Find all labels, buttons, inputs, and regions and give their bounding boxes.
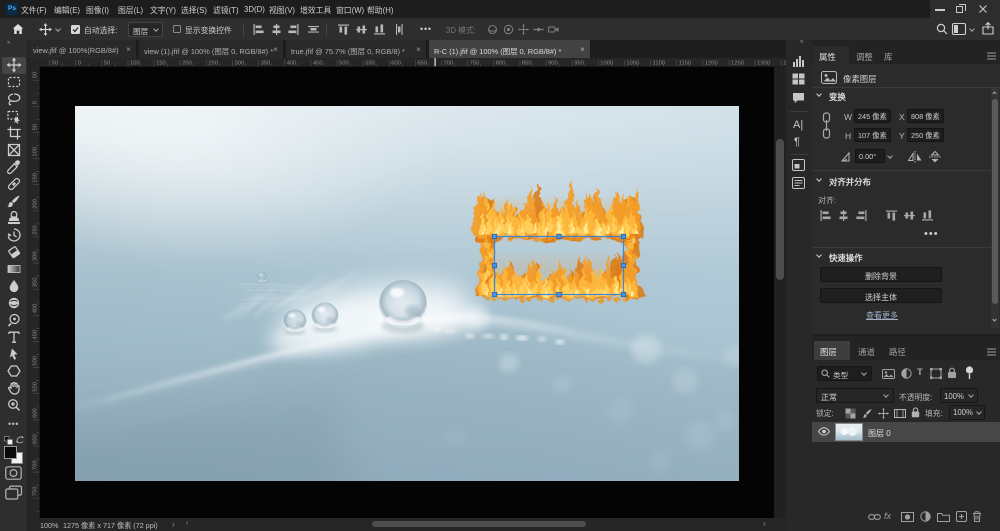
svg-text:0: 0: [78, 61, 81, 67]
svg-text:500: 500: [339, 61, 349, 67]
svg-text:1250: 1250: [731, 61, 744, 67]
svg-text:0: 0: [33, 101, 39, 104]
svg-text:50: 50: [33, 124, 39, 130]
svg-text:300: 300: [235, 61, 245, 67]
svg-text:50: 50: [33, 72, 39, 78]
svg-text:650: 650: [33, 434, 39, 444]
svg-text:300: 300: [33, 251, 39, 261]
svg-text:750: 750: [470, 61, 480, 67]
svg-text:350: 350: [33, 278, 39, 288]
svg-text:400: 400: [287, 61, 297, 67]
svg-text:150: 150: [33, 173, 39, 183]
svg-text:1150: 1150: [679, 61, 691, 67]
svg-text:200: 200: [33, 199, 39, 209]
svg-text:250: 250: [208, 61, 218, 67]
svg-text:500: 500: [33, 356, 39, 366]
svg-text:1200: 1200: [705, 61, 718, 67]
svg-text:700: 700: [444, 61, 454, 67]
svg-text:1100: 1100: [653, 61, 665, 67]
svg-text:50: 50: [52, 61, 58, 67]
svg-text:800: 800: [496, 61, 506, 67]
svg-text:1300: 1300: [757, 61, 770, 67]
svg-text:100: 100: [130, 61, 140, 67]
svg-text:100: 100: [33, 147, 39, 157]
svg-text:450: 450: [33, 330, 39, 340]
svg-text:900: 900: [548, 61, 558, 67]
svg-text:550: 550: [33, 382, 39, 392]
svg-text:400: 400: [33, 304, 39, 314]
svg-text:350: 350: [261, 61, 271, 67]
svg-text:700: 700: [33, 460, 39, 470]
svg-text:550: 550: [365, 61, 375, 67]
svg-text:450: 450: [313, 61, 323, 67]
svg-text:950: 950: [574, 61, 584, 67]
svg-text:150: 150: [156, 61, 166, 67]
svg-text:1000: 1000: [600, 61, 613, 67]
svg-text:50: 50: [104, 61, 110, 67]
svg-text:750: 750: [33, 487, 39, 497]
svg-text:650: 650: [417, 61, 427, 67]
svg-text:850: 850: [522, 61, 532, 67]
svg-text:250: 250: [33, 225, 39, 235]
svg-text:600: 600: [33, 408, 39, 418]
svg-text:600: 600: [391, 61, 401, 67]
svg-text:200: 200: [182, 61, 192, 67]
svg-text:1050: 1050: [626, 61, 639, 67]
